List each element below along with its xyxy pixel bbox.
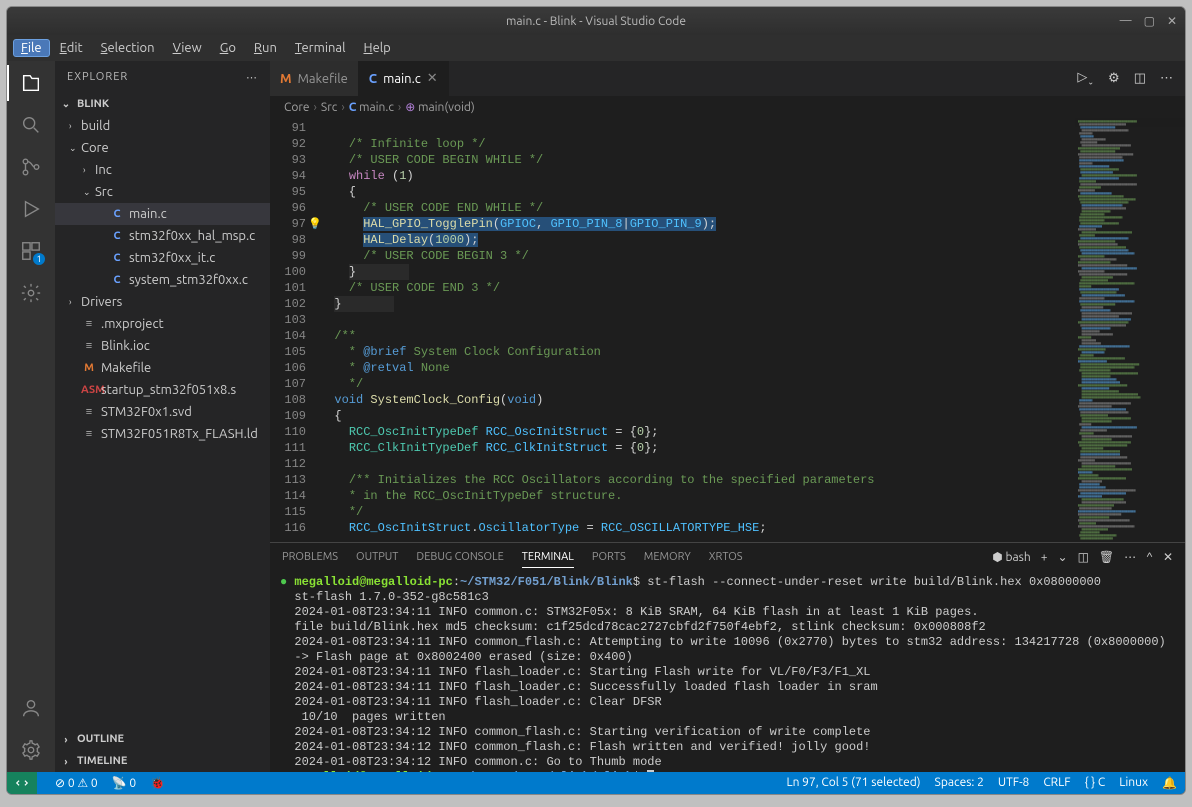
status-radio[interactable]: 📡 0 [112,776,136,790]
status-eol[interactable]: CRLF [1043,776,1070,790]
tree-item[interactable]: MMakefile [55,357,270,379]
panel-tab-ports[interactable]: PORTS [592,547,626,567]
gutter: 91929394959697💡9899100101102103104105106… [270,118,320,542]
menu-view[interactable]: View [165,39,210,57]
settings-icon[interactable] [19,738,43,762]
run-debug-icon[interactable] [19,197,43,221]
panel-more-icon[interactable]: ⋯ [1124,550,1136,564]
close-tab-icon[interactable]: ✕ [427,71,438,86]
tree-item[interactable]: Cstm32f0xx_hal_msp.c [55,225,270,247]
close-panel-icon[interactable]: ✕ [1163,550,1173,564]
status-bell-icon[interactable]: 🔔 [1162,776,1177,790]
close-button[interactable]: ✕ [1167,14,1177,28]
split-editor-icon[interactable]: ◫ [1134,71,1146,86]
minimap[interactable]: ████████████████████████████████████████… [1075,118,1185,542]
tree-item[interactable]: ≡.mxproject [55,313,270,335]
panel-tab-terminal[interactable]: TERMINAL [522,547,574,568]
trash-icon[interactable]: 🗑 [1099,550,1114,564]
panel-tab-xrtos[interactable]: XRTOS [709,547,743,567]
remote-button[interactable] [7,772,37,794]
menubar: FileEditSelectionViewGoRunTerminalHelp [7,35,1185,61]
more-actions-icon[interactable]: ⋯ [1160,71,1173,86]
status-cursor[interactable]: Ln 97, Col 5 (71 selected) [786,776,920,790]
maximize-panel-icon[interactable]: ^ [1146,551,1153,564]
editor-tabs: MMakefileCmain.c✕ ▷⌄ ⚙ ◫ ⋯ [270,61,1185,96]
tree-item[interactable]: Cmain.c [55,203,270,225]
tree-item[interactable]: ›build [55,115,270,137]
status-spaces[interactable]: Spaces: 2 [935,776,984,790]
menu-go[interactable]: Go [212,39,244,57]
code-editor[interactable]: /* Infinite loop */ /* USER CODE BEGIN W… [320,118,1075,542]
tree-item[interactable]: Csystem_stm32f0xx.c [55,269,270,291]
settings-gear-icon[interactable]: ⚙ [1108,71,1120,86]
tree-item[interactable]: Cstm32f0xx_it.c [55,247,270,269]
menu-edit[interactable]: Edit [52,39,91,57]
maximize-button[interactable]: ▢ [1144,14,1155,28]
tree-item[interactable]: ›Inc [55,159,270,181]
tab-Makefile[interactable]: MMakefile [270,61,359,96]
panel: PROBLEMS OUTPUT DEBUG CONSOLE TERMINAL PORTS… [270,542,1185,772]
status-debug[interactable]: 🐞 [150,776,165,790]
tree-item[interactable]: ›Drivers [55,291,270,313]
status-os[interactable]: Linux [1119,776,1148,790]
titlebar: main.c - Blink - Visual Studio Code — ▢ … [7,7,1185,35]
tree-item[interactable]: ⌄Src [55,181,270,203]
status-encoding[interactable]: UTF-8 [998,776,1029,790]
status-lang[interactable]: { } C [1085,776,1106,790]
minimize-button[interactable]: — [1120,14,1132,28]
tree-item[interactable]: ASMstartup_stm32f051x8.s [55,379,270,401]
timeline-section[interactable]: ›TIMELINE [55,750,270,772]
scm-icon[interactable] [19,155,43,179]
terminal-shell-label[interactable]: ⬢ bash [992,550,1030,564]
new-terminal-icon[interactable]: + [1041,551,1048,564]
menu-help[interactable]: Help [356,39,399,57]
menu-run[interactable]: Run [246,39,285,57]
extensions-icon[interactable]: 1 [19,239,43,263]
sidebar-title: EXPLORER [67,71,128,83]
panel-tab-problems[interactable]: PROBLEMS [282,547,338,567]
project-section[interactable]: ⌄BLINK [55,93,270,115]
breadcrumb[interactable]: Core›Src›C main.c›⊕ main(void) [270,96,1185,118]
menu-selection[interactable]: Selection [93,39,163,57]
menu-file[interactable]: File [13,39,50,57]
search-icon[interactable] [19,113,43,137]
panel-tab-debug-console[interactable]: DEBUG CONSOLE [416,547,503,567]
sidebar-more-icon[interactable]: ⋯ [246,71,258,84]
outline-section[interactable]: ›OUTLINE [55,728,270,750]
tree-item[interactable]: ≡STM32F0x1.svd [55,401,270,423]
account-icon[interactable] [19,696,43,720]
run-button[interactable]: ▷⌄ [1077,70,1094,87]
tab-main-c[interactable]: Cmain.c✕ [359,61,449,96]
terminal-dropdown-icon[interactable]: ⌄ [1058,550,1068,564]
panel-tab-output[interactable]: OUTPUT [356,547,398,567]
split-terminal-icon[interactable]: ◫ [1078,550,1089,564]
statusbar: ⊘ 0 ⚠ 0 📡 0 🐞 Ln 97, Col 5 (71 selected)… [7,772,1185,794]
tree-item[interactable]: ⌄Core [55,137,270,159]
explorer-icon[interactable] [19,71,43,95]
window-title: main.c - Blink - Visual Studio Code [506,15,686,28]
tree-item[interactable]: ≡Blink.ioc [55,335,270,357]
menu-terminal[interactable]: Terminal [287,39,354,57]
tree-item[interactable]: ≡STM32F051R8Tx_FLASH.ld [55,423,270,445]
terminal[interactable]: ● megalloid@megalloid-pc:~/STM32/F051/Bl… [270,571,1185,772]
activity-bar: 1 [7,61,55,772]
cmake-icon[interactable] [19,281,43,305]
status-errors[interactable]: ⊘ 0 ⚠ 0 [55,776,98,790]
sidebar: EXPLORER ⋯ ⌄BLINK ›build⌄Core›Inc⌄SrcCma… [55,61,270,772]
panel-tab-memory[interactable]: MEMORY [644,547,691,567]
